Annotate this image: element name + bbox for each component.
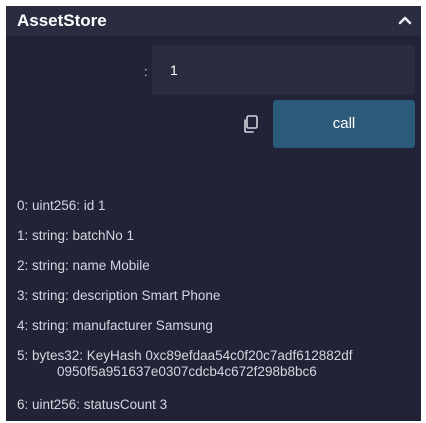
output-item: 4: string: manufacturer Samsung — [17, 318, 213, 333]
argument-input[interactable]: 1 — [152, 45, 415, 95]
argument-label: : — [144, 64, 148, 79]
output-item: 5: bytes32: KeyHash 0xc89efdaa54c0f20c7a… — [17, 348, 353, 363]
panel-title: AssetStore — [17, 11, 107, 30]
call-button[interactable]: call — [273, 100, 415, 148]
output-item-continuation: 0950f5a951637e0307cdcb4c672f298b8bc6 — [57, 364, 317, 379]
output-item: 1: string: batchNo 1 — [17, 228, 135, 243]
output-item: 2: string: name Mobile — [17, 258, 150, 273]
output-item: 0: uint256: id 1 — [17, 198, 106, 213]
output-item: 6: uint256: statusCount 3 — [17, 397, 168, 412]
contract-panel: AssetStore : 1 call 0: uint256: id 1 1: … — [6, 6, 421, 421]
argument-row: : 1 — [6, 45, 421, 95]
copy-icon[interactable] — [241, 114, 261, 134]
chevron-up-icon[interactable] — [398, 15, 412, 25]
output-item: 3: string: description Smart Phone — [17, 288, 221, 303]
panel-header[interactable]: AssetStore — [6, 6, 421, 36]
